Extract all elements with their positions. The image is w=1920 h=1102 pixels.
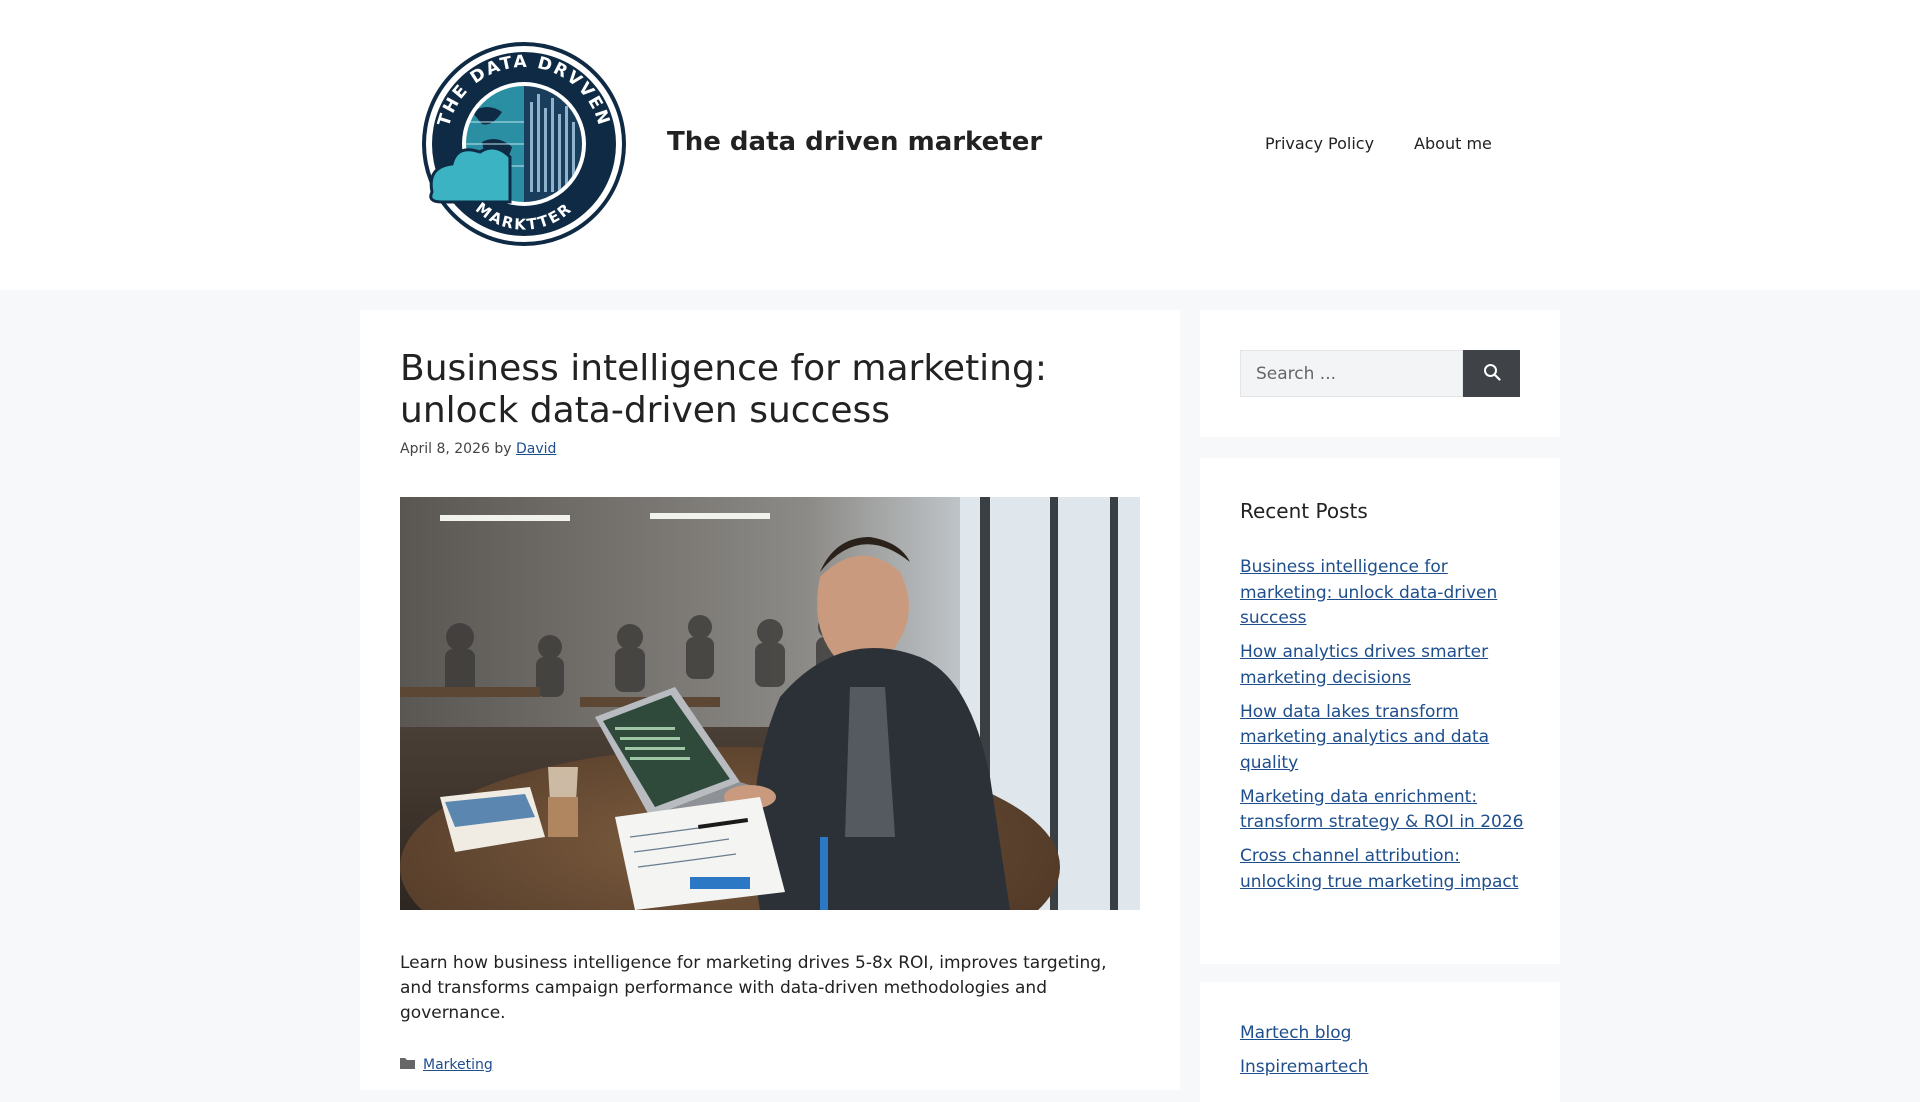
- site-header: THE DATA DRVVEN MARKTTER The data driven…: [0, 0, 1920, 290]
- martech-blog-link[interactable]: Martech blog: [1240, 1023, 1351, 1043]
- category-link[interactable]: Marketing: [423, 1057, 493, 1073]
- search-button[interactable]: [1463, 350, 1520, 397]
- list-item: Cross channel attribution: unlocking tru…: [1240, 844, 1530, 895]
- recent-post-link[interactable]: How data lakes transform marketing analy…: [1240, 702, 1489, 773]
- list-item: Martech blog: [1240, 1021, 1530, 1047]
- list-item: Business intelligence for marketing: unl…: [1240, 555, 1530, 632]
- article-meta: April 8, 2026 by David: [400, 441, 556, 457]
- recent-post-link[interactable]: Business intelligence for marketing: unl…: [1240, 557, 1497, 628]
- search-input[interactable]: [1240, 350, 1463, 397]
- main-nav: Privacy Policy About me: [1265, 134, 1492, 153]
- author-link[interactable]: David: [516, 441, 556, 457]
- site-logo[interactable]: THE DATA DRVVEN MARKTTER: [412, 42, 637, 247]
- site-title[interactable]: The data driven marketer: [667, 127, 1042, 157]
- article-card: Business intelligence for marketing: unl…: [360, 310, 1180, 1090]
- logo-emblem: THE DATA DRVVEN MARKTTER: [422, 42, 626, 246]
- article-excerpt: Learn how business intelligence for mark…: [400, 953, 1107, 1023]
- article-by: by: [494, 441, 512, 457]
- nav-about-me[interactable]: About me: [1414, 134, 1492, 153]
- article-title: Business intelligence for marketing: unl…: [400, 348, 1047, 431]
- inspiremartech-link[interactable]: Inspiremartech: [1240, 1057, 1368, 1077]
- list-item: Marketing data enrichment: transform str…: [1240, 785, 1530, 836]
- list-item: How data lakes transform marketing analy…: [1240, 700, 1530, 777]
- recent-posts-widget: Recent Posts Business intelligence for m…: [1200, 458, 1560, 964]
- article-date: April 8, 2026: [400, 441, 490, 457]
- recent-posts-heading: Recent Posts: [1240, 499, 1368, 523]
- article-featured-image[interactable]: [400, 497, 1140, 910]
- recent-post-link[interactable]: Marketing data enrichment: transform str…: [1240, 787, 1524, 833]
- search-icon: [1483, 363, 1501, 384]
- recent-post-link[interactable]: How analytics drives smarter marketing d…: [1240, 642, 1488, 688]
- list-item: How analytics drives smarter marketing d…: [1240, 640, 1530, 691]
- article-categories: Marketing: [400, 1057, 493, 1073]
- search-widget: [1200, 310, 1560, 437]
- list-item: Inspiremartech: [1240, 1055, 1530, 1081]
- folder-icon: [400, 1057, 415, 1073]
- office-photo: [400, 497, 1140, 910]
- links-widget: Martech blog Inspiremartech: [1200, 982, 1560, 1102]
- nav-privacy-policy[interactable]: Privacy Policy: [1265, 134, 1374, 153]
- recent-posts-list: Business intelligence for marketing: unl…: [1240, 555, 1530, 904]
- recent-post-link[interactable]: Cross channel attribution: unlocking tru…: [1240, 846, 1518, 892]
- external-links-list: Martech blog Inspiremartech: [1240, 1021, 1530, 1089]
